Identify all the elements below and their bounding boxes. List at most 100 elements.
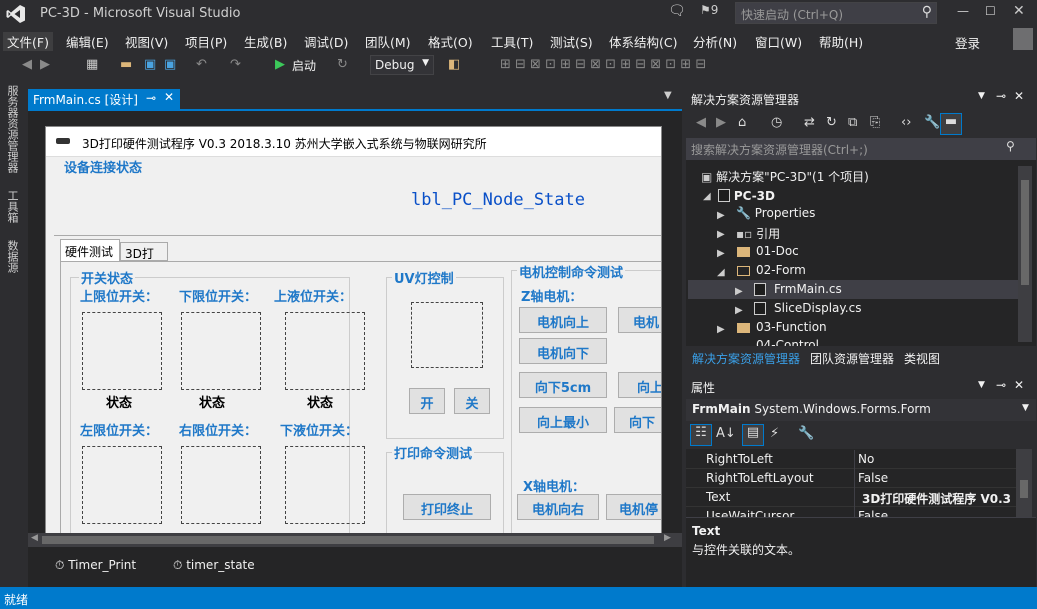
pin-icon[interactable]: ⊸ xyxy=(146,91,156,105)
find-icon[interactable]: ◧ xyxy=(448,57,460,72)
tab-dropdown-icon[interactable]: ▼ xyxy=(664,90,672,101)
sync-icon[interactable]: ⇄ xyxy=(804,115,815,130)
events-icon[interactable]: ⚡ xyxy=(770,426,779,441)
undo-icon[interactable]: ↶ xyxy=(196,57,207,72)
property-value[interactable]: 3D打印硬件测试程序 V0.3 xyxy=(862,490,1011,507)
menu-window[interactable]: 窗口(W) xyxy=(751,32,806,51)
notifications-icon[interactable]: ⚑9 xyxy=(700,3,718,17)
refresh-icon[interactable]: ↻ xyxy=(337,57,348,72)
code-icon[interactable]: ‹› xyxy=(901,115,911,130)
timer-print-component[interactable]: ⏱ Timer_Print xyxy=(55,558,136,573)
properties-view-icon[interactable]: ▤ xyxy=(742,424,764,446)
expanded-icon[interactable]: ◢ xyxy=(717,267,725,278)
close-window-button[interactable]: ✕ xyxy=(1013,3,1025,19)
pin-icon[interactable]: ⊸ xyxy=(996,378,1006,392)
close-icon[interactable]: ✕ xyxy=(1014,89,1024,103)
menu-project[interactable]: 项目(P) xyxy=(181,32,231,51)
timer-state-component[interactable]: ⏱ timer_state xyxy=(173,558,255,573)
scroll-left-icon[interactable]: ◀ xyxy=(31,533,38,543)
motor-right-button[interactable]: 电机向右 xyxy=(517,494,599,520)
back-icon[interactable]: ◀ xyxy=(696,115,706,130)
preview-icon[interactable]: ▬ xyxy=(940,113,962,135)
redo-icon[interactable]: ↷ xyxy=(230,57,241,72)
back-icon[interactable]: ◀ xyxy=(22,57,32,72)
property-row[interactable]: Text 3D打印硬件测试程序 V0.3 xyxy=(686,488,1016,507)
close-icon[interactable]: ✕ xyxy=(1014,378,1024,392)
copy-icon[interactable]: ⎘ xyxy=(870,115,880,130)
new-project-icon[interactable]: ▦ xyxy=(86,57,98,72)
pc-node-state-label[interactable]: lbl_PC_Node_State xyxy=(411,190,585,210)
wrench-icon[interactable]: 🔧 xyxy=(924,115,940,130)
tab-hardware-test[interactable]: 硬件测试 xyxy=(60,239,120,261)
solution-search-input[interactable]: 搜索解决方案资源管理器(Ctrl+;) ⚲ xyxy=(686,138,1036,160)
motor-up-button[interactable]: 电机向上 xyxy=(519,307,607,333)
alphabetical-icon[interactable]: A↓ xyxy=(716,426,736,441)
account-avatar-icon[interactable] xyxy=(1013,28,1033,50)
collapsed-icon[interactable]: ▶ xyxy=(717,210,725,221)
up-button[interactable]: 向上 xyxy=(618,372,661,398)
expanded-icon[interactable]: ◢ xyxy=(703,191,711,202)
open-file-icon[interactable]: ▬ xyxy=(120,57,132,72)
pin-icon[interactable]: ⊸ xyxy=(996,89,1006,103)
scroll-thumb[interactable] xyxy=(1021,180,1029,285)
down-button[interactable]: 向下 xyxy=(614,407,661,433)
property-row[interactable]: RightToLeft No xyxy=(686,450,1016,469)
motor-button[interactable]: 电机 xyxy=(618,307,661,333)
quick-launch-input[interactable]: 快速启动 (Ctrl+Q) ⚲ xyxy=(735,2,937,24)
tree-project[interactable]: PC-3D xyxy=(718,187,775,203)
collapsed-icon[interactable]: ▶ xyxy=(717,248,725,259)
collapsed-icon[interactable]: ▶ xyxy=(735,286,743,297)
feedback-icon[interactable]: 🗨 xyxy=(668,3,686,19)
align-icons[interactable]: ⊞ ⊟ ⊠ ⊡ ⊞ ⊟ ⊠ ⊡ ⊞ ⊟ ⊠ ⊡ ⊞ ⊟ xyxy=(500,57,706,72)
menu-architecture[interactable]: 体系结构(C) xyxy=(605,32,681,51)
configuration-select[interactable]: Debug ▼ xyxy=(370,55,434,75)
menu-view[interactable]: 视图(V) xyxy=(121,32,172,51)
server-explorer-tab[interactable]: 服务器资源管理器 xyxy=(4,85,20,173)
tree-properties[interactable]: 🔧 Properties xyxy=(736,206,815,220)
down-5cm-button[interactable]: 向下5cm xyxy=(519,372,607,398)
maximize-button[interactable]: ☐ xyxy=(985,4,996,18)
uv-on-button[interactable]: 开 xyxy=(409,388,445,414)
menu-format[interactable]: 格式(O) xyxy=(424,32,477,51)
menu-tools[interactable]: 工具(T) xyxy=(487,32,537,51)
motor-stop-button[interactable]: 电机停 xyxy=(606,494,661,520)
tree-file-slicedisplay[interactable]: SliceDisplay.cs xyxy=(774,301,861,315)
toolbox-tab[interactable]: 工具箱 xyxy=(4,190,20,223)
minimize-button[interactable]: — xyxy=(957,4,969,18)
menu-file[interactable]: 文件(F) xyxy=(3,32,53,51)
collapsed-icon[interactable]: ▶ xyxy=(735,305,743,316)
start-icon[interactable]: ▶ xyxy=(275,57,285,72)
collapsed-icon[interactable]: ▶ xyxy=(717,324,725,335)
uv-off-button[interactable]: 关 xyxy=(454,388,490,414)
categorized-icon[interactable]: ☷ xyxy=(690,424,712,446)
menu-team[interactable]: 团队(M) xyxy=(361,32,415,51)
property-row[interactable]: UseWaitCursor False xyxy=(686,507,1016,517)
collapse-icon[interactable]: ⧉ xyxy=(848,115,857,130)
property-value[interactable]: False xyxy=(858,509,888,517)
tree-folder-function[interactable]: 03-Function xyxy=(756,320,827,334)
property-value[interactable]: No xyxy=(858,452,874,466)
tree-solution[interactable]: ▣ 解决方案"PC-3D"(1 个项目) xyxy=(701,168,869,185)
forward-icon[interactable]: ▶ xyxy=(40,57,50,72)
motor-down-button[interactable]: 电机向下 xyxy=(519,338,607,364)
form-frmmain[interactable]: 3D打印硬件测试程序 V0.3 2018.3.10 苏州大学嵌入式系统与物联网研… xyxy=(45,126,662,536)
data-sources-tab[interactable]: 数据源 xyxy=(4,240,20,273)
up-min-button[interactable]: 向上最小 xyxy=(519,407,607,433)
property-value[interactable]: False xyxy=(858,471,888,485)
tree-folder-form[interactable]: 02-Form xyxy=(756,263,806,277)
tab-class-view[interactable]: 类视图 xyxy=(904,350,940,367)
dropdown-icon[interactable]: ▼ xyxy=(978,91,985,101)
menu-edit[interactable]: 编辑(E) xyxy=(62,32,113,51)
properties-object-select[interactable]: FrmMain System.Windows.Forms.Form ▼ xyxy=(686,399,1036,421)
property-pages-icon[interactable]: 🔧 xyxy=(798,426,814,441)
dropdown-icon[interactable]: ▼ xyxy=(978,380,985,390)
print-stop-button[interactable]: 打印终止 xyxy=(403,494,491,520)
close-tab-icon[interactable]: ✕ xyxy=(164,90,174,104)
scroll-right-icon[interactable]: ▶ xyxy=(664,533,671,543)
forward-icon[interactable]: ▶ xyxy=(716,115,726,130)
start-button[interactable]: 启动 xyxy=(292,57,316,74)
login-link[interactable]: 登录 xyxy=(955,33,980,52)
scroll-thumb[interactable] xyxy=(42,536,654,544)
tree-references[interactable]: ▪▫ 引用 xyxy=(736,225,780,242)
home-icon[interactable]: ⌂ xyxy=(738,115,746,130)
